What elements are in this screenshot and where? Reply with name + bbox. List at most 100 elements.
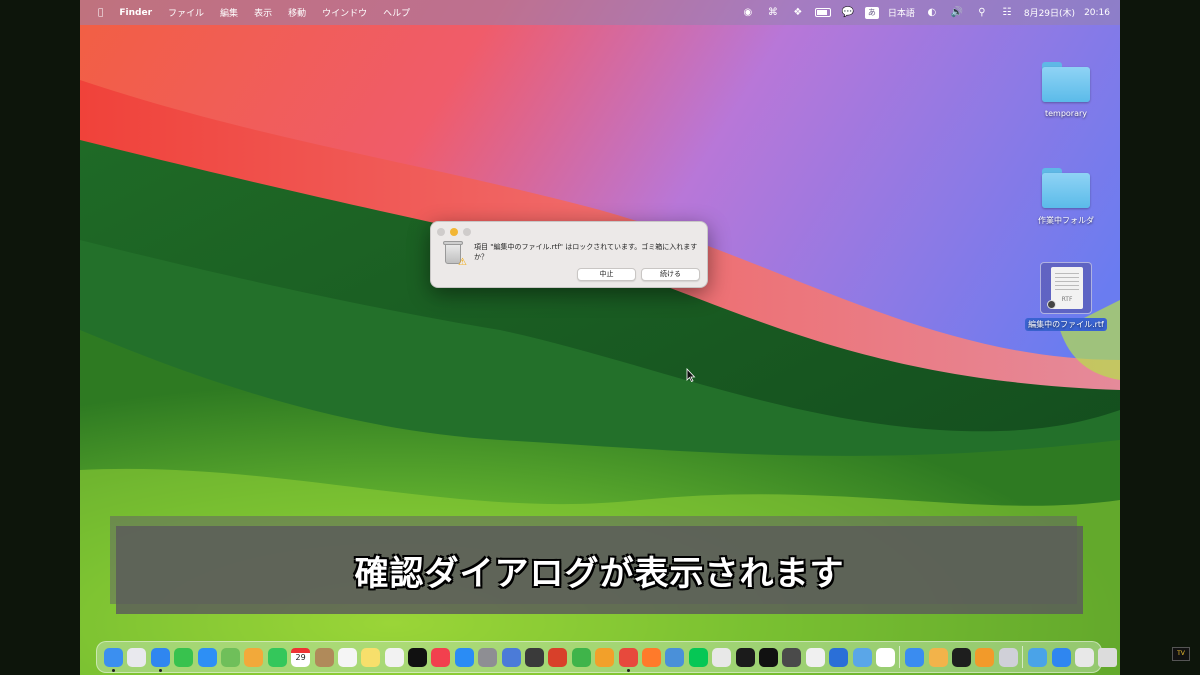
dock-preview-icon[interactable] [501, 647, 521, 667]
dock-pen-app-icon[interactable] [712, 647, 732, 667]
dock-launchpad-icon[interactable] [127, 647, 147, 667]
dock-cursor-app-icon[interactable] [735, 647, 755, 667]
apple-menu-icon[interactable]:  [90, 8, 111, 18]
dock-line-icon[interactable] [688, 647, 708, 667]
dock-finder-folder-icon[interactable] [852, 647, 872, 667]
folder-icon [1042, 168, 1090, 208]
dock-photos-icon[interactable] [244, 647, 264, 667]
dock-keynote-icon[interactable] [595, 647, 615, 667]
menu-time[interactable]: 20:16 [1084, 8, 1110, 18]
minimize-button-icon[interactable] [450, 228, 458, 236]
dock: 29 [96, 641, 1118, 673]
dock-downloads-icon[interactable] [1028, 647, 1048, 667]
dock-diagram-app-icon[interactable] [665, 647, 685, 667]
channel-logo: TV [1172, 647, 1190, 661]
dock-safari-icon[interactable] [150, 647, 170, 672]
dock-migration-icon[interactable] [548, 647, 568, 667]
dock-pencil-app-icon[interactable] [975, 647, 995, 667]
menu-bar-right: ◉ ⌘ ❖ 💬 あ 日本語 ◐ 🔊 ⚲ ☷ 8月29日(木) 20:16 [740, 0, 1110, 25]
running-indicator [112, 668, 115, 672]
dialog-message: 項目 "編集中のファイル.rtf" はロックされています。ゴミ箱に入れますか？ [474, 243, 698, 261]
dock-calculator-icon[interactable] [782, 647, 802, 667]
menu-view[interactable]: 表示 [246, 6, 280, 19]
menu-help[interactable]: ヘルプ [375, 6, 418, 19]
dock-reminders-icon[interactable] [337, 647, 357, 667]
battery-icon[interactable] [814, 6, 831, 20]
dock-calendar-icon[interactable]: 29 [291, 647, 311, 667]
display-contrast-icon[interactable]: ◐ [924, 6, 940, 20]
dock-numbers-icon[interactable] [571, 647, 591, 667]
caption-box: 確認ダイアログが表示されます [116, 526, 1083, 614]
menu-date[interactable]: 8月29日(木) [1024, 6, 1075, 19]
dock-office-app-icon[interactable] [928, 647, 948, 667]
menu-go[interactable]: 移動 [280, 6, 314, 19]
dock-notes-icon[interactable] [361, 647, 381, 667]
close-button-icon [437, 228, 445, 236]
dock-separator [1022, 646, 1024, 668]
dock-photo-booth-icon[interactable] [525, 647, 545, 667]
continue-button[interactable]: 続ける [641, 268, 700, 281]
dock-contacts-icon[interactable] [314, 647, 334, 667]
input-method-icon[interactable]: あ [864, 6, 879, 19]
dropbox-icon[interactable]: ❖ [790, 6, 806, 20]
dock-firefox-icon[interactable] [641, 647, 661, 667]
dock-trash-icon[interactable] [1098, 647, 1118, 667]
dock-chrome-icon[interactable] [618, 647, 638, 672]
dock-separator [899, 646, 901, 668]
dock-freeform-icon[interactable] [384, 647, 404, 667]
dock-globe-icon[interactable] [1051, 647, 1071, 667]
menu-window[interactable]: ウインドウ [314, 6, 375, 19]
command-icon[interactable]: ⌘ [765, 6, 781, 20]
locked-item-dialog: ⚠ 項目 "編集中のファイル.rtf" はロックされています。ゴミ箱に入れますか… [430, 221, 708, 288]
dock-app-store-icon[interactable] [454, 647, 474, 667]
caption-text: 確認ダイアログが表示されます [354, 553, 845, 594]
control-center-icon[interactable]: ☷ [999, 6, 1015, 20]
menu-bar:  Finder ファイル 編集 表示 移動 ウインドウ ヘルプ ◉ ⌘ ❖ 💬… [80, 0, 1120, 25]
input-method-label[interactable]: 日本語 [888, 6, 915, 19]
menu-app-name[interactable]: Finder [111, 8, 160, 18]
desktop-folder-temporary[interactable]: temporary [1021, 62, 1111, 119]
record-icon[interactable]: ◉ [740, 6, 756, 20]
dock-testflight-icon[interactable] [905, 647, 925, 667]
dock-textedit-icon[interactable] [805, 647, 825, 667]
dock-hand-app-icon[interactable] [829, 647, 849, 667]
menu-edit[interactable]: 編集 [212, 6, 246, 19]
line-chat-icon[interactable]: 💬 [840, 6, 856, 20]
mouse-cursor-icon [686, 368, 696, 382]
desktop-folder-working[interactable]: 作業中フォルダ [1021, 168, 1111, 227]
mac-screen:  Finder ファイル 編集 表示 移動 ウインドウ ヘルプ ◉ ⌘ ❖ 💬… [80, 0, 1120, 675]
dock-tv-icon[interactable] [408, 647, 428, 667]
dock-chatgpt-icon[interactable] [875, 647, 895, 667]
dock-maps-icon[interactable] [220, 647, 240, 667]
battery-meter [814, 8, 831, 17]
dock-xcode-like-icon[interactable] [758, 647, 778, 667]
dock-music-icon[interactable] [431, 647, 451, 667]
running-indicator [626, 668, 630, 672]
calendar-day: 29 [295, 652, 306, 662]
dock-facetime-icon[interactable] [267, 647, 287, 667]
dock-floppy-app-icon[interactable] [998, 647, 1018, 667]
dock-system-settings-icon[interactable] [478, 647, 498, 667]
video-frame:  Finder ファイル 編集 表示 移動 ウインドウ ヘルプ ◉ ⌘ ❖ 💬… [0, 0, 1200, 675]
file-extension-label: RTF [1061, 296, 1073, 303]
selection-highlight: RTF [1040, 262, 1092, 314]
warning-icon: ⚠ [458, 257, 467, 268]
running-indicator [158, 668, 162, 672]
dock-mail-icon[interactable] [197, 647, 217, 667]
spotlight-search-icon[interactable]: ⚲ [974, 6, 990, 20]
desktop-file-rtf[interactable]: RTF 編集中のファイル.rtf [1021, 262, 1111, 331]
zoom-button-icon [463, 228, 471, 236]
battery-fill [816, 10, 827, 15]
menu-bar-left:  Finder ファイル 編集 表示 移動 ウインドウ ヘルプ [80, 0, 418, 25]
desktop-icon-label: 編集中のファイル.rtf [1025, 318, 1107, 331]
trash-warning-icon: ⚠ [443, 240, 467, 268]
dock-quicktime-icon[interactable] [952, 647, 972, 667]
volume-icon[interactable]: 🔊 [949, 6, 965, 20]
dock-messages-icon[interactable] [174, 647, 194, 667]
cancel-button[interactable]: 中止 [577, 268, 636, 281]
lock-badge-icon [1047, 300, 1056, 309]
desktop-icon-label: temporary [1044, 109, 1088, 118]
dock-blank-window-icon[interactable] [1075, 647, 1095, 667]
dock-finder-icon[interactable] [104, 647, 123, 672]
menu-file[interactable]: ファイル [160, 6, 212, 19]
